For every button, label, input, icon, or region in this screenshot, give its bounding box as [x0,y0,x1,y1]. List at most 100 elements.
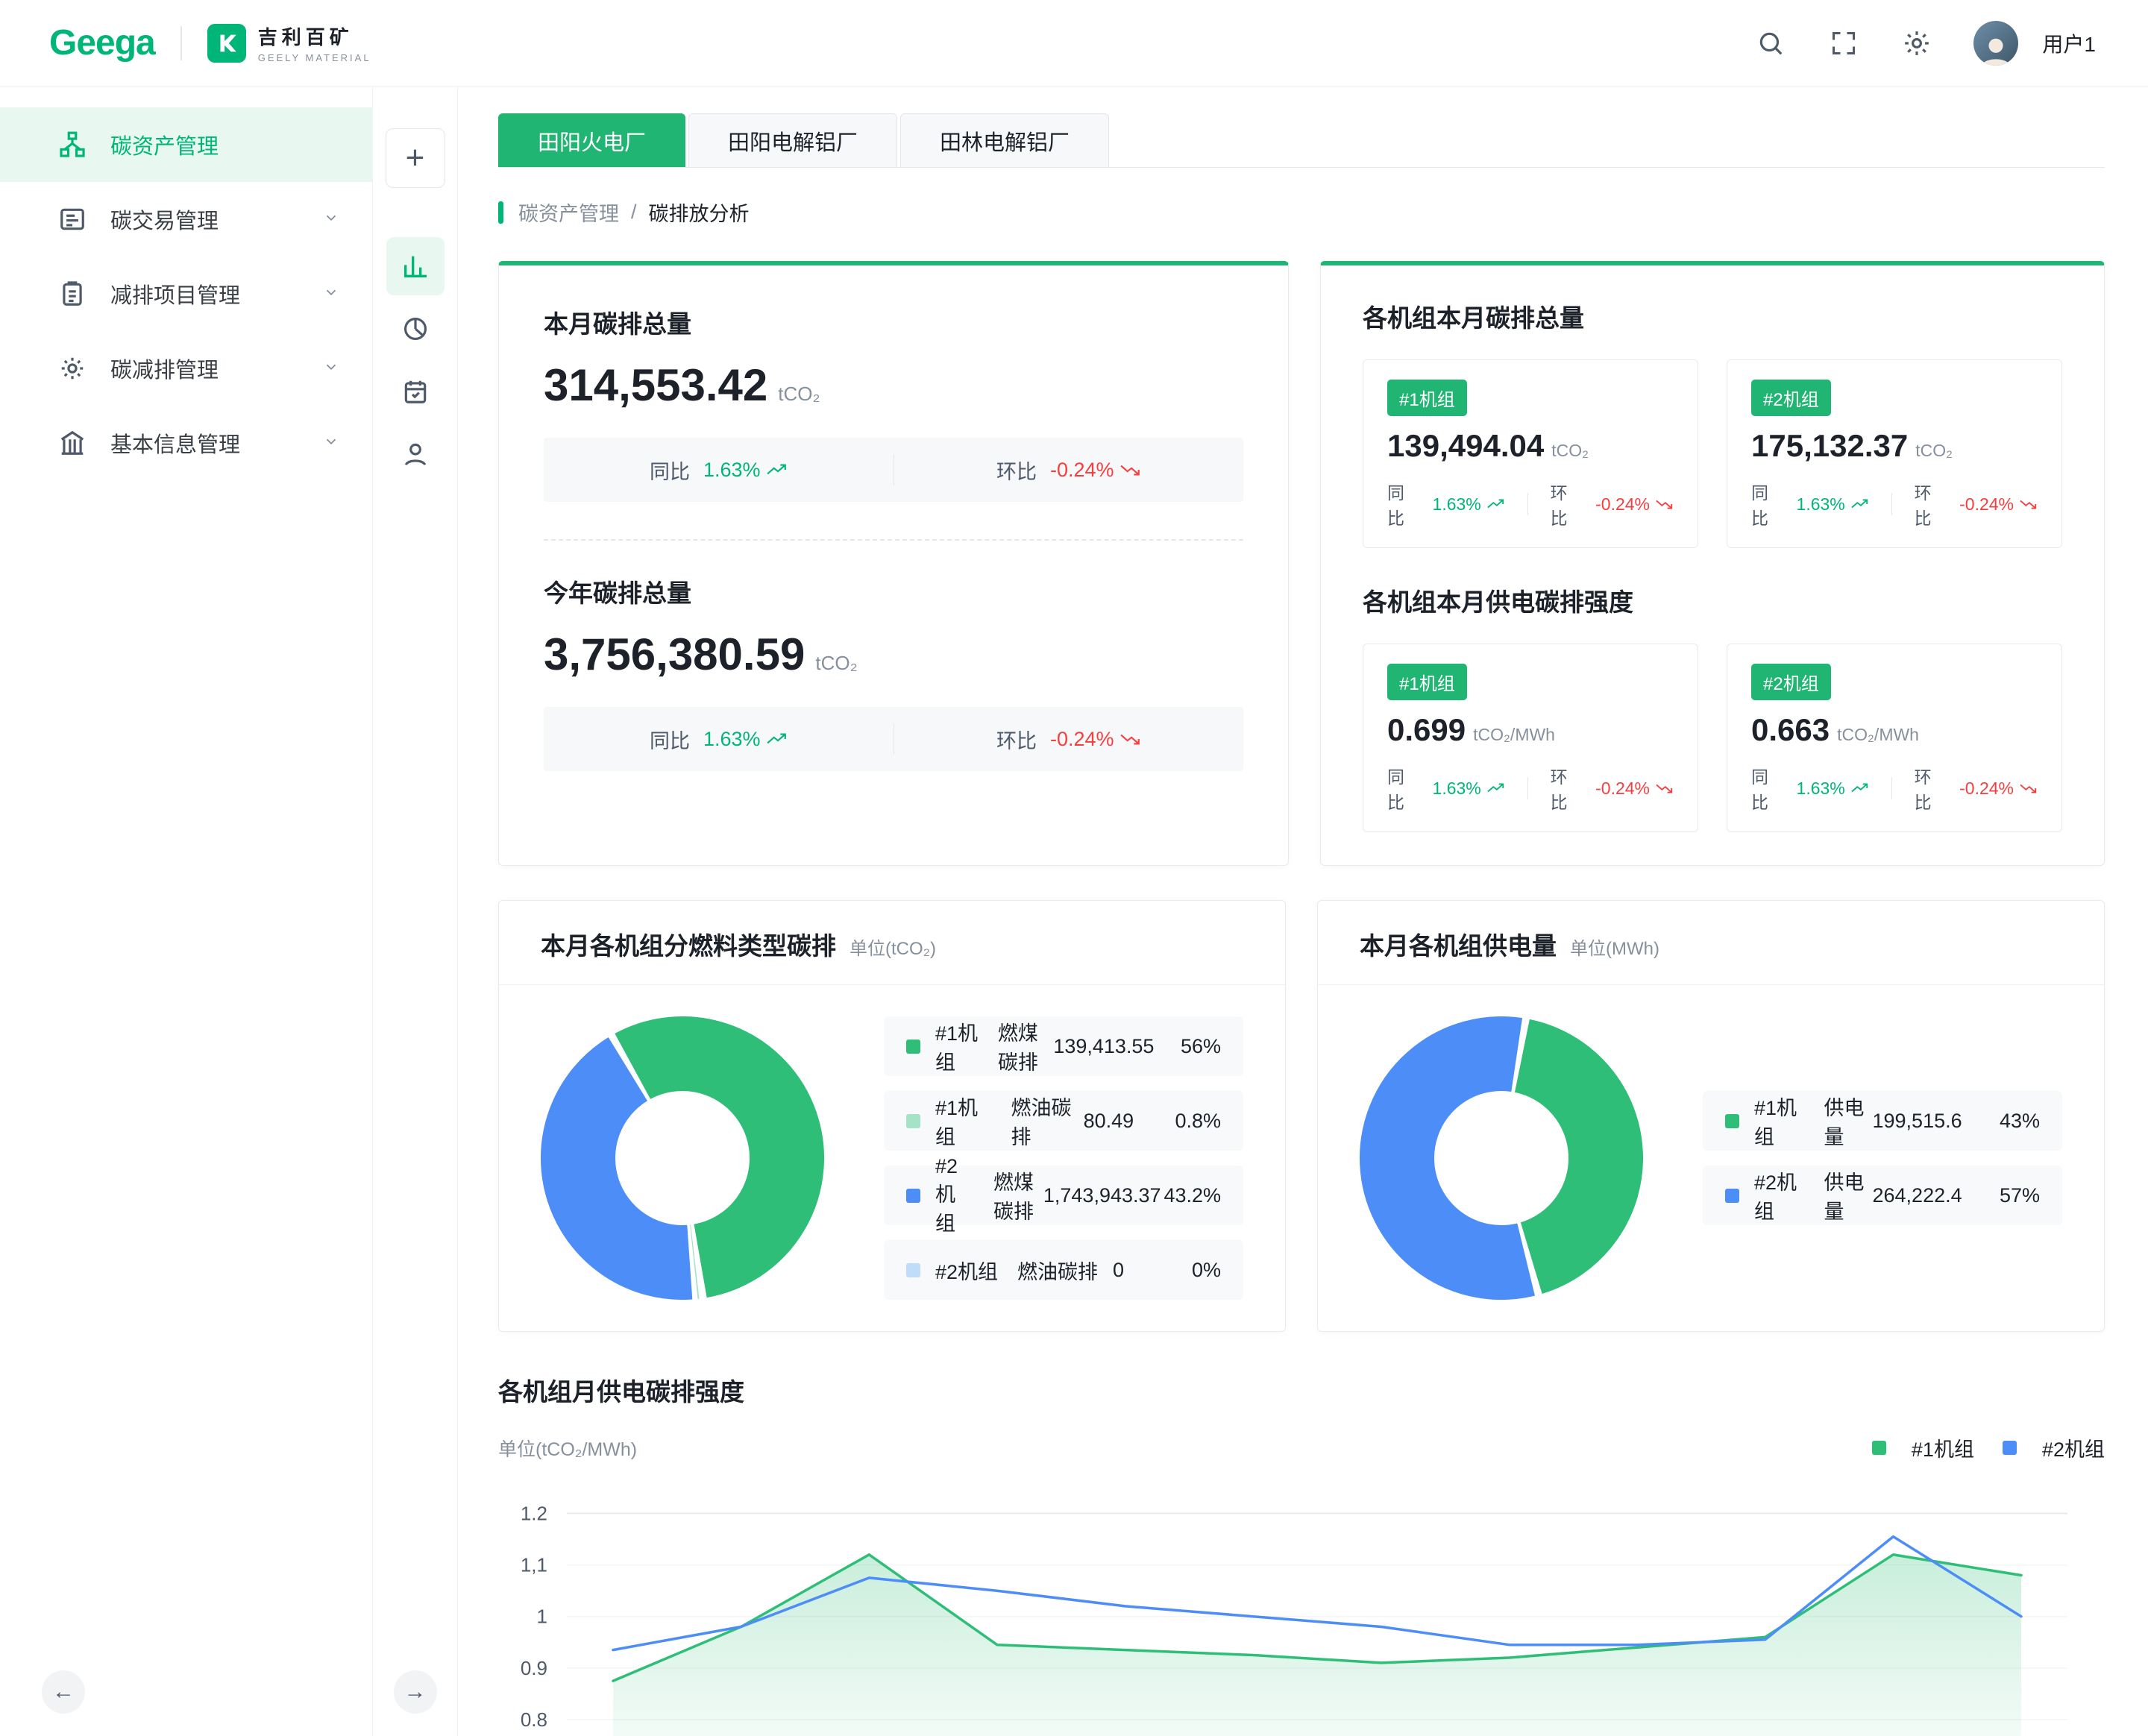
geely-material-logo-text: 吉利百矿 GEELY MATERIAL [258,22,371,63]
legend-color-swatch [906,1189,920,1203]
rail-expand-button[interactable]: → [394,1670,437,1714]
power-chart-title: 本月各机组供电量 [1360,926,1557,962]
legend-color-swatch [906,1263,920,1277]
breadcrumb: 碳资产管理 / 碳排放分析 [498,198,2105,227]
unit1-badge: #1机组 [1387,664,1467,700]
unit1-intensity-subcard: #1机组 0.699 tCO₂/MWh 同比 1.63% 环比 [1363,644,1698,832]
legend-color-swatch [1725,1189,1739,1203]
divider [1891,493,1892,515]
unit2-intensity-subcard: #2机组 0.663 tCO₂/MWh 同比 1.63% 环比 [1727,644,2062,832]
tab-tianlin-aluminum-plant[interactable]: 田林电解铝厂 [900,113,1109,167]
fuel-chart-unit: 单位(tCO₂) [850,934,936,960]
trend-down-icon [1120,463,1141,477]
legend-row: #2机组 燃油碳排 0 0% [884,1240,1243,1300]
legend-row: #1机组 供电量 199,515.6 43% [1703,1091,2062,1151]
trend-down-icon [1656,498,1674,510]
carbon-reduction-gear-icon [58,354,87,383]
mom-stat: 环比 -0.24% [894,456,1244,485]
icon-rail: + → [373,87,458,1736]
unit-intensity-grid: #1机组 0.699 tCO₂/MWh 同比 1.63% 环比 [1363,644,2062,832]
divider [1527,777,1528,799]
basic-info-icon [58,429,87,457]
breadcrumb-separator: / [631,201,637,224]
sidebar-item-label: 碳减排管理 [110,353,219,384]
sidebar-item-reduction-project[interactable]: 减排项目管理 [0,257,372,331]
search-icon[interactable] [1754,27,1787,60]
intensity-line-section: 各机组月供电碳排强度 单位(tCO₂/MWh) #1机组 #2机组 [498,1372,2105,1736]
unit2-badge: #2机组 [1751,664,1831,700]
legend-row: #2机组 供电量 264,222.4 57% [1703,1166,2062,1225]
summary-row: 本月碳排总量 314,553.42 tCO₂ 同比 1.63% [498,261,2105,866]
rail-calendar-icon[interactable] [386,362,445,421]
legend-row: #2机组 燃煤碳排 1,743,943.37 43.2% [884,1166,1243,1225]
unit-intensity-title: 各机组本月供电碳排强度 [1363,582,2062,618]
yoy-stat: 同比 1.63% [544,456,894,485]
header-brand-group: Geega 吉利百矿 GEELY MATERIAL [49,22,371,63]
unit-totals-grid: #1机组 139,494.04 tCO₂ 同比 1.63% 环比 [1363,359,2062,548]
dashed-divider [544,539,1243,541]
rail-add-button[interactable]: + [386,128,445,188]
sidebar-item-carbon-trade[interactable]: 碳交易管理 [0,182,372,257]
yearly-total-title: 今年碳排总量 [544,573,1243,609]
chevron-down-icon [323,356,339,381]
line-chart-title: 各机组月供电碳排强度 [498,1372,2105,1408]
line-chart-unit: 单位(tCO₂/MWh) [498,1435,637,1462]
power-donut-chart [1360,1016,1643,1300]
rail-user-icon[interactable] [386,425,445,483]
chevron-down-icon [323,431,339,456]
tab-tianyang-aluminum-plant[interactable]: 田阳电解铝厂 [688,113,897,167]
sidebar-collapse-button[interactable]: ← [42,1670,85,1714]
fullscreen-icon[interactable] [1827,27,1860,60]
yearly-total-value: 3,756,380.59 tCO₂ [544,629,1243,680]
divider [1891,777,1892,799]
svg-text:0.9: 0.9 [521,1657,547,1679]
carbon-asset-icon [58,130,87,159]
breadcrumb-accent-bar [498,201,503,224]
sidebar-item-label: 基本信息管理 [110,427,240,459]
unit2-badge: #2机组 [1751,380,1831,416]
unit1-total-subcard: #1机组 139,494.04 tCO₂ 同比 1.63% 环比 [1363,359,1698,548]
monthly-total-value: 314,553.42 tCO₂ [544,359,1243,411]
logo-divider [180,26,182,60]
trend-up-icon [1851,782,1869,794]
username-label: 用户1 [2042,28,2096,58]
sidebar-item-basic-info[interactable]: 基本信息管理 [0,406,372,480]
geely-material-logo: 吉利百矿 GEELY MATERIAL [207,22,371,63]
legend-row: #1机组 燃油碳排 80.49 0.8% [884,1091,1243,1151]
power-chart-legend: #1机组 供电量 199,515.6 43% #2机组 供电量 264,222.… [1703,1091,2062,1225]
yearly-stat-strip: 同比 1.63% 环比 -0.24% [544,707,1243,771]
header: Geega 吉利百矿 GEELY MATERIAL [0,0,2148,87]
legend-color-swatch [2003,1441,2017,1455]
trend-up-icon [1851,498,1869,510]
main-content: 田阳火电厂 田阳电解铝厂 田林电解铝厂 碳资产管理 / 碳排放分析 本月碳排总量… [458,87,2148,1736]
svg-text:1,1: 1,1 [521,1554,547,1576]
line-chart-legend: #1机组 #2机组 [1872,1433,2105,1462]
plant-tabs: 田阳火电厂 田阳电解铝厂 田林电解铝厂 [498,113,2105,168]
fuel-donut-chart [541,1016,824,1300]
sidebar-item-carbon-asset[interactable]: 碳资产管理 [0,107,372,182]
trend-down-icon [1120,732,1141,746]
donut-row: 本月各机组分燃料类型碳排 单位(tCO₂) #1机组 燃煤碳排 139,413.… [498,900,2105,1332]
sidebar-item-label: 碳交易管理 [110,204,219,235]
app-root: Geega 吉利百矿 GEELY MATERIAL [0,0,2148,1736]
fuel-chart-title: 本月各机组分燃料类型碳排 [541,926,836,962]
breadcrumb-parent[interactable]: 碳资产管理 [518,198,619,227]
legend-row: #1机组 燃煤碳排 139,413.55 56% [884,1016,1243,1076]
unit-summary-card: 各机组本月碳排总量 #1机组 139,494.04 tCO₂ 同比 1.63% [1320,261,2105,866]
svg-text:1: 1 [537,1606,547,1628]
sidebar-item-carbon-reduction[interactable]: 碳减排管理 [0,331,372,406]
legend-color-swatch [1725,1114,1739,1128]
user-avatar[interactable] [1973,21,2018,66]
rail-bar-chart-icon[interactable] [386,237,445,295]
rail-pie-chart-icon[interactable] [386,300,445,358]
tab-tianyang-power-plant[interactable]: 田阳火电厂 [498,113,685,167]
breadcrumb-current: 碳排放分析 [649,198,750,227]
power-supply-card: 本月各机组供电量 单位(MWh) #1机组 供电量 199,515.6 43% [1317,900,2105,1332]
legend-color-swatch [906,1040,920,1054]
legend-color-swatch [1872,1441,1886,1455]
trend-down-icon [2020,782,2038,794]
svg-text:1.2: 1.2 [521,1503,547,1525]
unit1-badge: #1机组 [1387,380,1467,416]
settings-gear-icon[interactable] [1900,27,1933,60]
geega-logo: Geega [49,22,155,63]
